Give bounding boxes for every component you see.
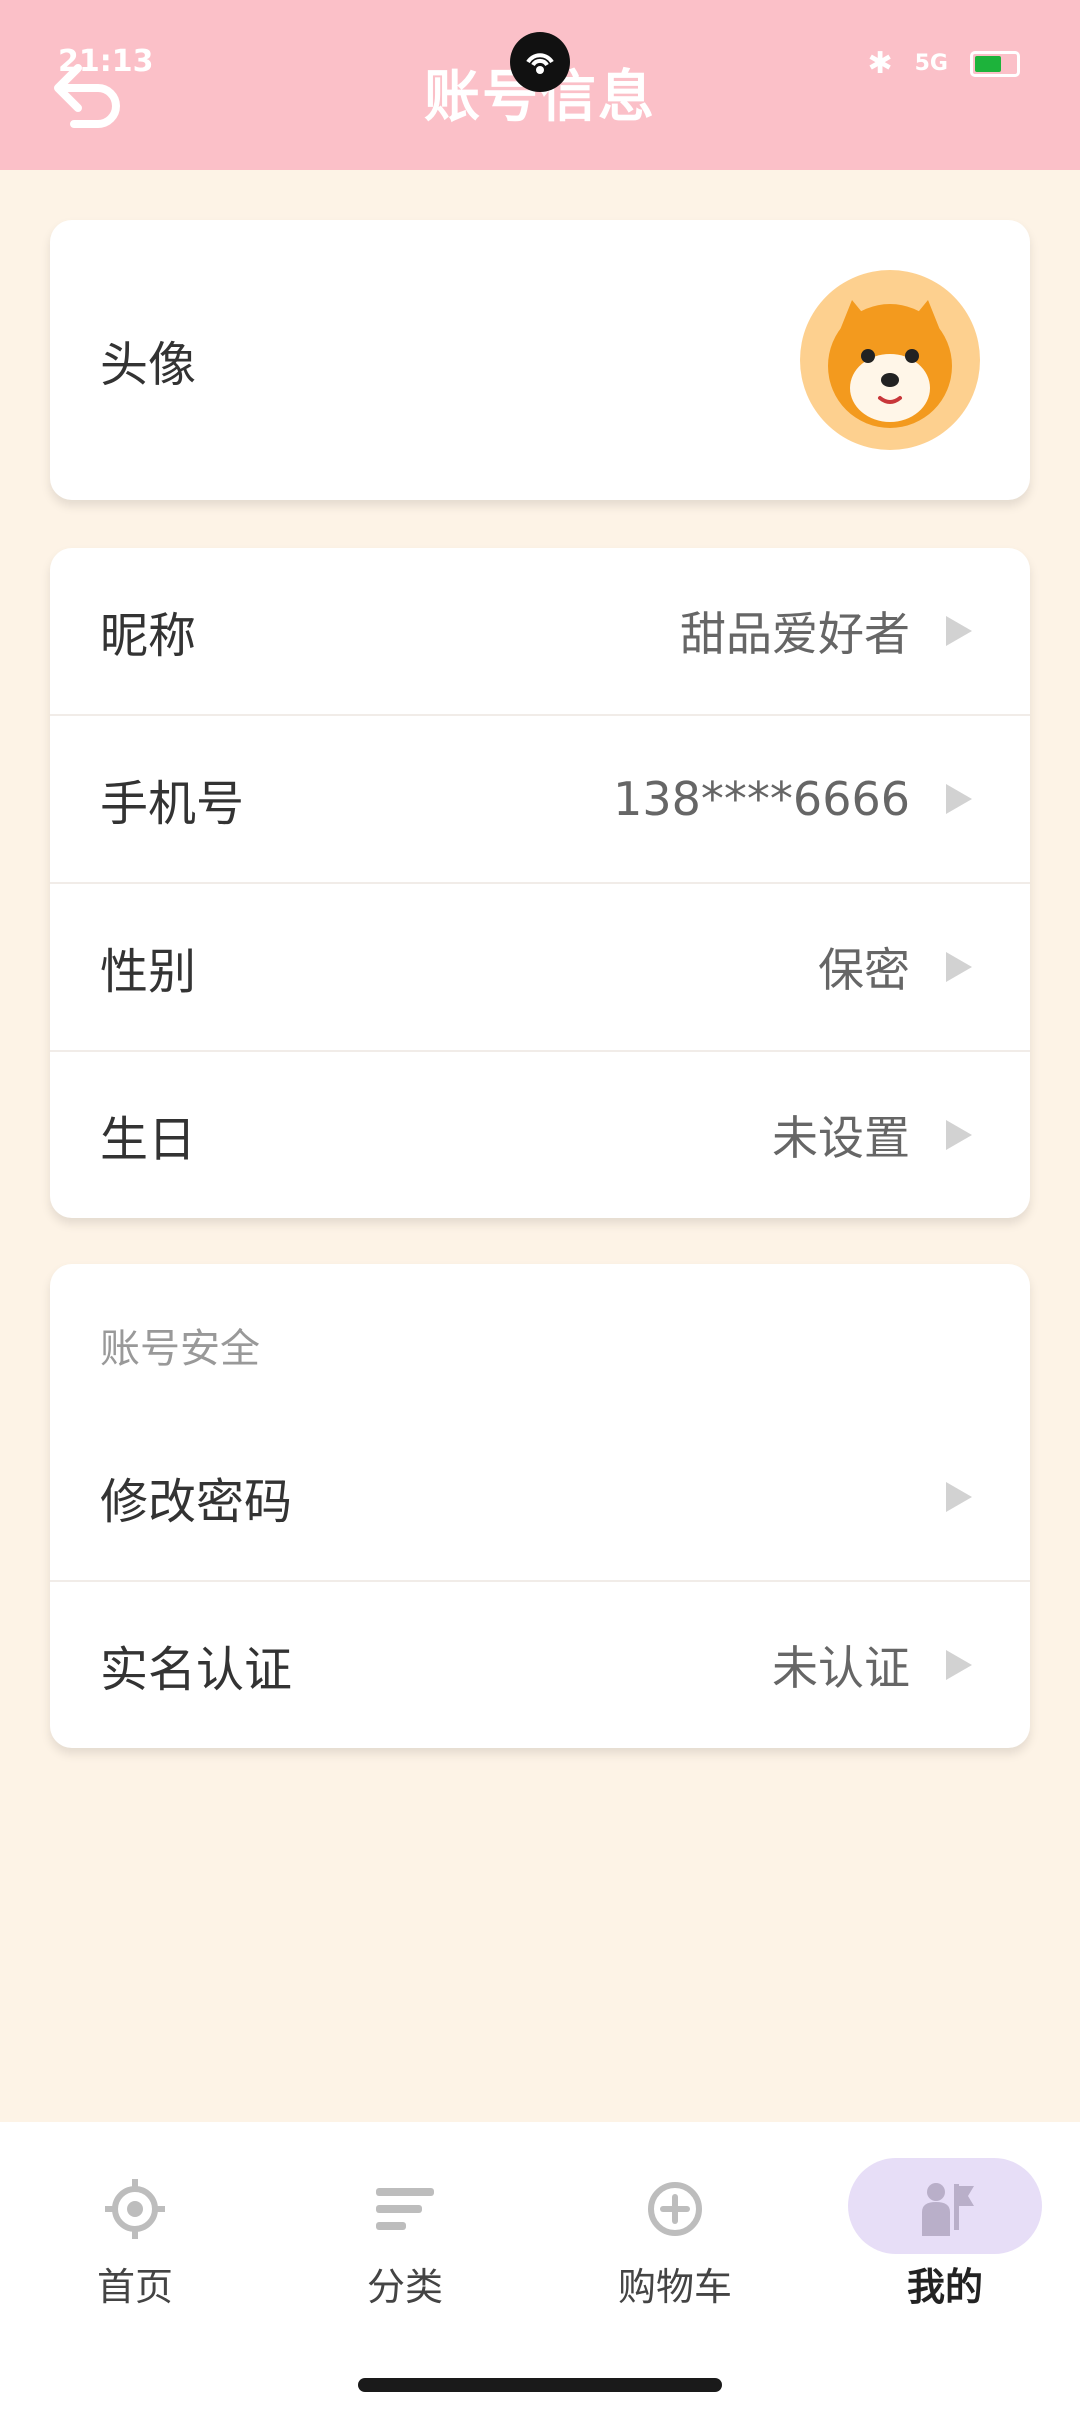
bluetooth-icon: ✱ — [867, 46, 893, 81]
phone-value: 138****6666 — [613, 772, 910, 826]
real-name-value: 未认证 — [772, 1641, 910, 1695]
compass-icon — [105, 2179, 165, 2239]
user-flag-icon — [922, 2183, 974, 2236]
home-indicator — [358, 2378, 722, 2392]
chevron-right-icon — [946, 784, 972, 814]
avatar-label: 头像 — [100, 337, 197, 393]
hotspot-icon — [526, 53, 554, 74]
real-name-label: 实名认证 — [100, 1642, 293, 1698]
row-phone[interactable]: 手机号 138****6666 — [50, 716, 1030, 884]
bottom-nav: 首页 分类 购物车 我的 — [0, 2122, 1080, 2414]
row-change-password[interactable]: 修改密码 — [50, 1414, 1030, 1582]
security-card: 账号安全 修改密码 实名认证 未认证 — [50, 1264, 1030, 1748]
row-nickname[interactable]: 昵称 甜品爱好者 — [50, 548, 1030, 716]
phone-label: 手机号 — [100, 776, 245, 832]
signal-indicator: 5G — [914, 51, 948, 76]
status-icons: ✱ 5G — [867, 46, 1020, 81]
nav-label-home: 首页 — [96, 2265, 173, 2309]
nickname-value: 甜品爱好者 — [680, 607, 910, 661]
birthday-label: 生日 — [100, 1112, 197, 1168]
nav-item-home[interactable]: 首页 — [0, 2142, 270, 2342]
dog-avatar-icon — [828, 300, 952, 428]
chevron-right-icon — [946, 1650, 972, 1680]
nav-item-category[interactable]: 分类 — [270, 2142, 540, 2342]
chevron-right-icon — [946, 616, 972, 646]
change-password-label: 修改密码 — [100, 1474, 293, 1530]
avatar[interactable] — [800, 270, 980, 450]
nav-label-category: 分类 — [366, 2265, 443, 2309]
gender-label: 性别 — [100, 944, 197, 1000]
battery-icon — [970, 50, 1020, 77]
nav-label-mine: 我的 — [906, 2265, 983, 2309]
list-icon — [376, 2188, 434, 2230]
chevron-right-icon — [946, 952, 972, 982]
security-section-title: 账号安全 — [100, 1326, 260, 1372]
row-real-name[interactable]: 实名认证 未认证 — [50, 1582, 1030, 1748]
security-header: 账号安全 — [50, 1264, 1030, 1414]
row-birthday[interactable]: 生日 未设置 — [50, 1052, 1030, 1218]
nav-label-cart: 购物车 — [617, 2265, 732, 2309]
nav-item-mine[interactable]: 我的 — [810, 2142, 1080, 2342]
top-header: 21:13 账号信息 ✱ 5G — [0, 0, 1080, 170]
camera-cutout — [510, 32, 570, 92]
plus-circle-icon — [648, 2182, 702, 2236]
nickname-label: 昵称 — [100, 608, 197, 664]
chevron-right-icon — [946, 1120, 972, 1150]
birthday-value: 未设置 — [772, 1111, 910, 1165]
row-gender[interactable]: 性别 保密 — [50, 884, 1030, 1052]
gender-value: 保密 — [818, 943, 910, 997]
chevron-right-icon — [946, 1482, 972, 1512]
avatar-row[interactable]: 头像 — [50, 220, 1030, 500]
nav-item-cart[interactable]: 购物车 — [540, 2142, 810, 2342]
info-card: 昵称 甜品爱好者 手机号 138****6666 性别 保密 生日 未设置 — [50, 548, 1030, 1218]
avatar-card[interactable]: 头像 — [50, 220, 1030, 500]
